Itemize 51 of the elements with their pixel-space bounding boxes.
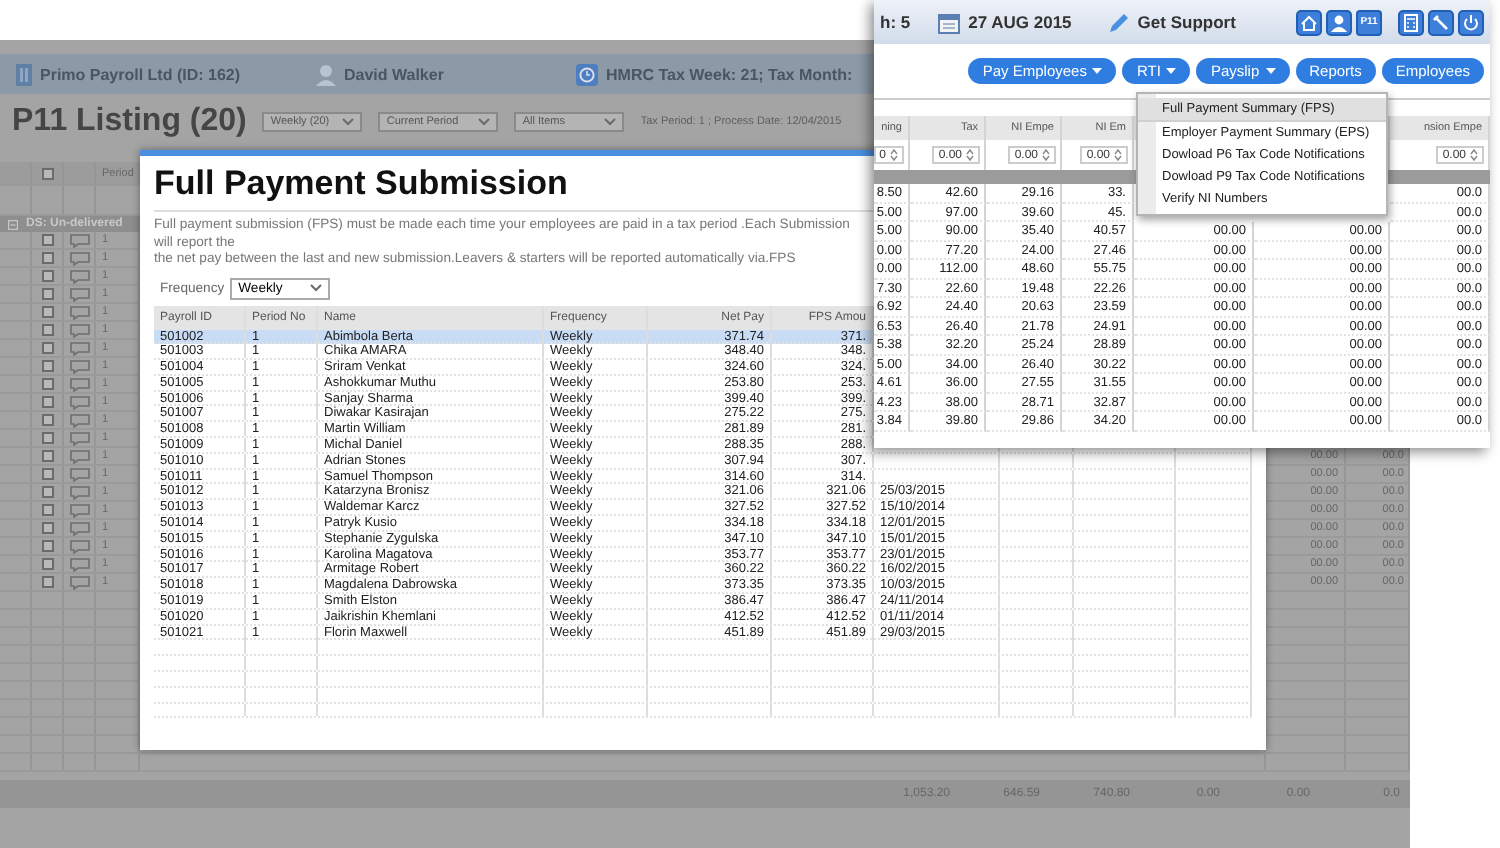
calculator-icon[interactable] <box>1398 9 1424 35</box>
checkbox[interactable] <box>41 288 53 300</box>
checkbox[interactable] <box>41 432 53 444</box>
checkbox[interactable] <box>41 342 53 354</box>
checkbox[interactable] <box>41 306 53 318</box>
power-icon[interactable] <box>1458 9 1484 35</box>
checkbox[interactable] <box>41 450 53 462</box>
checkbox[interactable] <box>41 540 53 552</box>
checkbox[interactable] <box>41 468 53 480</box>
tax-week-label: HMRC Tax Week: 21; Tax Month: <box>606 65 853 83</box>
spinner-icon <box>1114 148 1122 162</box>
user-icon[interactable] <box>1326 9 1352 35</box>
building-icon <box>16 63 32 85</box>
pencil-icon <box>1107 11 1130 33</box>
checkbox[interactable] <box>41 396 53 408</box>
caret-icon <box>1092 68 1103 74</box>
date-label: 27 AUG 2015 <box>968 12 1072 32</box>
chevron-icon <box>478 118 491 126</box>
wrench-icon[interactable] <box>1428 9 1454 35</box>
collapse-icon[interactable] <box>8 219 18 229</box>
spinner-icon <box>966 148 974 162</box>
chevron-icon <box>604 118 617 126</box>
support-link[interactable]: Get Support <box>1137 12 1236 32</box>
user-icon <box>316 63 336 85</box>
user-name: David Walker <box>344 65 444 83</box>
chevron-icon <box>310 284 323 292</box>
checkbox[interactable] <box>41 558 53 570</box>
checkbox[interactable] <box>41 522 53 534</box>
clock-icon <box>576 63 598 85</box>
caret-icon <box>1166 68 1177 74</box>
checkbox[interactable] <box>41 360 53 372</box>
checkbox[interactable] <box>41 270 53 282</box>
checkbox[interactable] <box>41 252 53 264</box>
spinner-icon <box>1042 148 1050 162</box>
home-icon[interactable] <box>1296 9 1322 35</box>
page-title: P11 Listing (20) <box>12 104 247 140</box>
chevron-icon <box>342 118 355 126</box>
checkbox[interactable] <box>41 378 53 390</box>
checkbox[interactable] <box>41 234 53 246</box>
spinner-icon <box>890 148 898 162</box>
checkbox[interactable] <box>41 504 53 516</box>
checkbox[interactable] <box>41 576 53 588</box>
calendar-icon <box>938 11 961 33</box>
caret-icon <box>1265 68 1276 74</box>
checkbox[interactable] <box>41 414 53 426</box>
company-name: Primo Payroll Ltd (ID: 162) <box>40 65 241 83</box>
checkbox[interactable] <box>41 167 53 179</box>
spinner-icon <box>1470 148 1478 162</box>
checkbox[interactable] <box>41 324 53 336</box>
tax-month-label: h: 5 <box>880 12 911 32</box>
checkbox[interactable] <box>41 486 53 498</box>
